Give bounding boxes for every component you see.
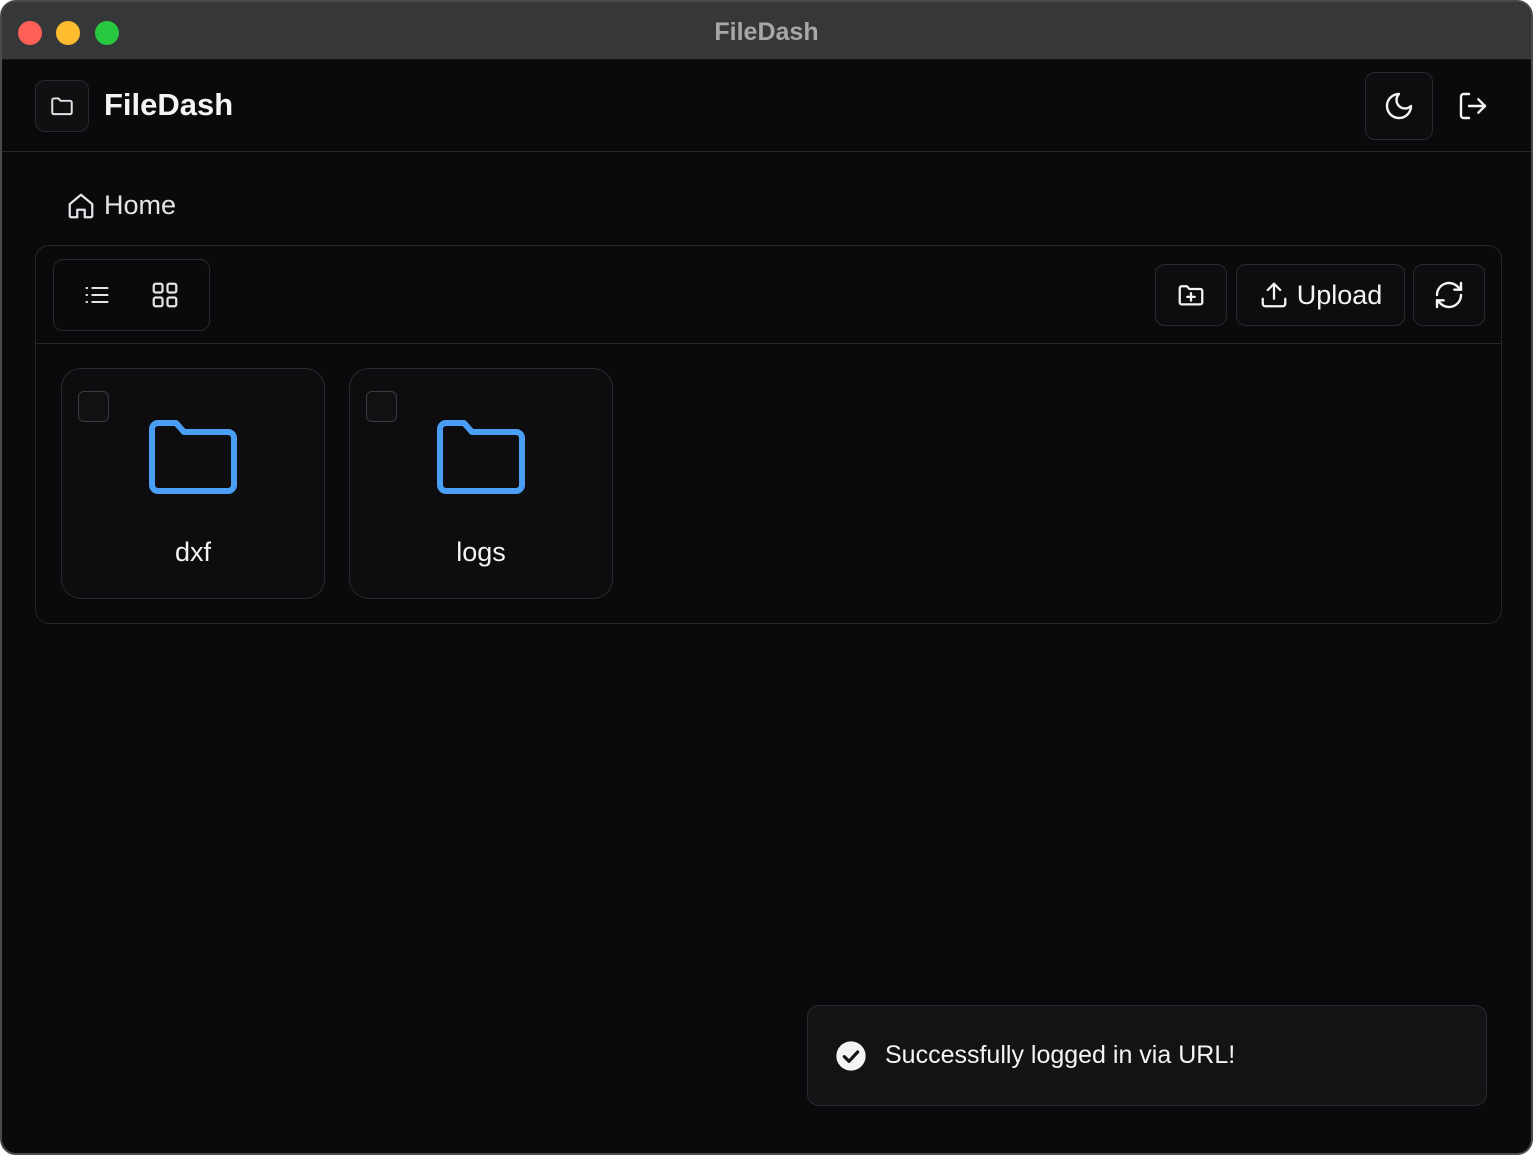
new-folder-button[interactable] (1155, 264, 1227, 326)
folder-icon (149, 420, 237, 494)
folder-icon (437, 420, 525, 494)
file-browser-panel: Upload dxf logs (35, 245, 1502, 624)
title-bar: FileDash (2, 2, 1531, 60)
theme-toggle-button[interactable] (1365, 72, 1433, 140)
refresh-icon (1435, 281, 1463, 309)
check-circle-icon (836, 1040, 866, 1071)
select-checkbox[interactable] (78, 391, 109, 422)
breadcrumb-home-label: Home (104, 190, 177, 220)
folder-card[interactable]: dxf (61, 368, 325, 599)
breadcrumb[interactable]: Home (66, 190, 176, 221)
app-header: FileDash (2, 60, 1531, 152)
logout-button[interactable] (1439, 72, 1507, 140)
upload-label: Upload (1296, 279, 1383, 310)
toolbar: Upload (36, 246, 1501, 344)
folder-plus-icon (1178, 285, 1204, 306)
app-logo (35, 80, 89, 132)
upload-button[interactable]: Upload (1236, 264, 1405, 326)
folder-name: logs (456, 537, 506, 567)
home-icon (68, 193, 94, 218)
view-toggle (53, 259, 210, 331)
toast-message: Successfully logged in via URL! (885, 1041, 1236, 1069)
list-icon (85, 286, 109, 304)
moon-icon (1385, 92, 1413, 120)
grid-view-button[interactable] (137, 268, 193, 322)
folder-icon (51, 97, 73, 116)
app-window: FileDash FileDash Home Upload dxf logs S… (0, 0, 1533, 1155)
grid-icon (152, 282, 178, 308)
file-grid: dxf logs (36, 344, 1501, 624)
refresh-button[interactable] (1413, 264, 1485, 326)
list-view-button[interactable] (69, 268, 125, 322)
select-checkbox[interactable] (366, 391, 397, 422)
logout-icon (1459, 92, 1487, 120)
success-toast: Successfully logged in via URL! (807, 1005, 1487, 1106)
window-title: FileDash (714, 18, 819, 46)
app-name: FileDash (104, 87, 234, 122)
folder-name: dxf (174, 537, 212, 567)
upload-icon (1261, 282, 1287, 308)
folder-card[interactable]: logs (349, 368, 613, 599)
